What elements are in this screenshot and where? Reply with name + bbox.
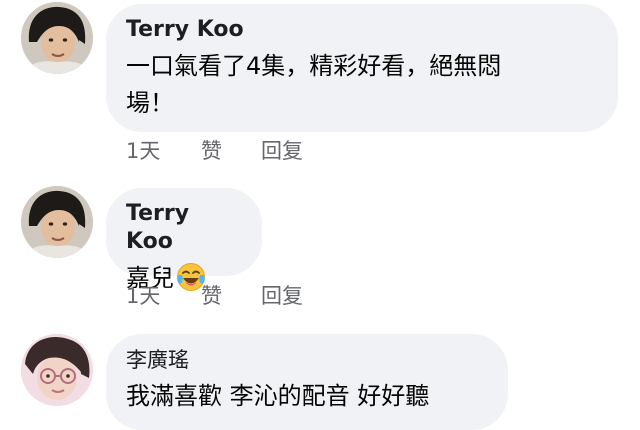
- comment-author[interactable]: Terry Koo: [126, 200, 242, 256]
- avatar[interactable]: [21, 186, 93, 258]
- comment-timestamp[interactable]: 1天: [126, 283, 160, 309]
- comment-text: 一口氣看了4集，精彩好看，絕無悶 場！: [126, 48, 598, 122]
- like-button[interactable]: 赞: [201, 138, 222, 164]
- comment-bubble: 李廣瑤 我滿喜歡 李沁的配音 好好聽: [106, 334, 508, 430]
- comment-text-line: 一口氣看了4集，精彩好看，絕無悶: [126, 52, 502, 80]
- comment-author[interactable]: Terry Koo: [126, 16, 598, 44]
- reply-button[interactable]: 回复: [261, 138, 303, 164]
- comment-text: 我滿喜歡 李沁的配音 好好聽: [126, 382, 430, 410]
- user-avatar-icon: [21, 2, 93, 74]
- comment-bubble: Terry Koo 嘉兒: [106, 188, 262, 292]
- user-avatar-icon: [21, 186, 93, 258]
- like-button[interactable]: 赞: [201, 283, 222, 309]
- avatar[interactable]: [21, 2, 93, 74]
- reply-button[interactable]: 回复: [261, 283, 303, 309]
- comment-author[interactable]: 李廣瑤: [126, 346, 488, 374]
- avatar[interactable]: [21, 334, 93, 406]
- comment-bubble: Terry Koo 一口氣看了4集，精彩好看，絕無悶 場！: [106, 4, 618, 132]
- user-avatar-icon: [21, 334, 93, 406]
- comment-text-line: 場！: [126, 89, 174, 117]
- comment-timestamp[interactable]: 1天: [126, 138, 160, 164]
